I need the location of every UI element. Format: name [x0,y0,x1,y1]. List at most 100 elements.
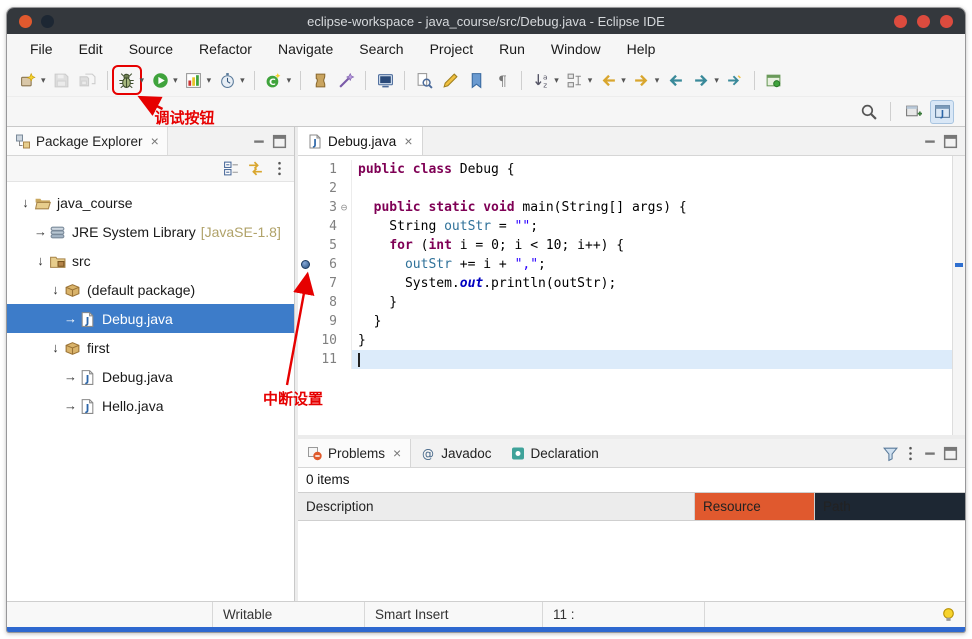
expanded-expander-icon[interactable]: ↓ [17,195,34,210]
menu-refactor[interactable]: Refactor [186,34,265,64]
fold-collapse-icon[interactable]: ⊖ [337,198,351,217]
code-text[interactable] [351,350,952,369]
collapsed-expander-icon[interactable]: → [32,224,49,239]
menu-edit[interactable]: Edit [66,34,116,64]
tree-item-debug-java[interactable]: →JDebug.java [7,362,294,391]
tree-item-debug-java[interactable]: →JDebug.java [7,304,294,333]
minimize-view-icon[interactable] [250,132,268,150]
java-perspective-icon[interactable]: J [930,100,954,124]
code-line-8[interactable]: 8 } [298,293,952,312]
back-gold-icon[interactable] [596,68,620,92]
expanded-expander-icon[interactable]: ↓ [47,282,64,297]
breakpoint-margin[interactable] [298,236,313,255]
insert-mode-status[interactable]: Smart Insert [365,602,543,627]
collapsed-expander-icon[interactable]: → [62,398,79,413]
coverage-dropdown-icon[interactable]: ▾ [207,75,212,86]
code-line-9[interactable]: 9 } [298,312,952,331]
maximize-problems-icon[interactable] [941,444,959,462]
pin-editor-icon[interactable] [762,68,786,92]
open-perspective-icon[interactable] [901,100,925,124]
forward-gold-icon[interactable] [630,68,654,92]
code-text[interactable]: System.out.println(outStr); [351,274,952,293]
editor-tab-debug-java[interactable]: J Debug.java × [298,127,423,155]
code-text[interactable]: public class Debug { [351,160,952,179]
menu-run[interactable]: Run [486,34,538,64]
javadoc-wand-icon[interactable] [334,68,358,92]
tab-problems[interactable]: Problems× [298,439,411,467]
overview-breakpoint-marker[interactable] [955,263,963,267]
window-control-orange[interactable] [19,15,32,28]
column-header-path[interactable]: Path [815,493,965,520]
code-text[interactable]: String outStr = ""; [351,217,952,236]
breakpoint-margin[interactable] [298,217,313,236]
tab-javadoc[interactable]: @Javadoc [411,439,500,467]
view-menu-icon[interactable] [270,160,288,178]
code-text[interactable] [351,179,952,198]
bookmarks-icon[interactable] [464,68,488,92]
tree-item-default-package[interactable]: ↓(default package) [7,275,294,304]
code-line-11[interactable]: 11 [298,350,952,369]
minimize-editor-icon[interactable] [921,132,939,150]
code-line-7[interactable]: 7 System.out.println(outStr); [298,274,952,293]
window-control-dark[interactable] [41,15,54,28]
save-icon[interactable] [50,68,74,92]
collapsed-expander-icon[interactable]: → [62,311,79,326]
new-class-dropdown-icon[interactable]: ▾ [287,75,292,86]
coverage-icon[interactable] [182,68,206,92]
code-line-2[interactable]: 2 [298,179,952,198]
collapsed-expander-icon[interactable]: → [62,369,79,384]
breakpoint-margin[interactable] [298,179,313,198]
breakpoint-margin[interactable] [298,312,313,331]
last-edit-icon[interactable] [723,68,747,92]
menu-search[interactable]: Search [346,34,416,64]
window-minimize-button[interactable] [894,15,907,28]
minimize-problems-icon[interactable] [921,444,939,462]
code-line-4[interactable]: 4 String outStr = ""; [298,217,952,236]
close-view-icon[interactable]: × [151,133,159,149]
expanded-expander-icon[interactable]: ↓ [32,253,49,268]
package-explorer-tab[interactable]: Package Explorer × [7,127,168,155]
menu-window[interactable]: Window [538,34,614,64]
run-icon[interactable] [148,68,172,92]
problems-view-menu-icon[interactable] [901,444,919,462]
breakpoint-margin[interactable] [298,331,313,350]
menu-help[interactable]: Help [614,34,669,64]
expand-all-icon[interactable] [563,68,587,92]
code-text[interactable]: } [351,331,952,350]
search-icon[interactable] [856,100,880,124]
code-text[interactable]: for (int i = 0; i < 10; i++) { [351,236,952,255]
jar-export-icon[interactable] [308,68,332,92]
breakpoint-dot[interactable] [301,260,310,269]
problems-table-body[interactable] [298,521,965,601]
code-text[interactable]: } [351,293,952,312]
breakpoint-margin[interactable] [298,274,313,293]
pencil-icon[interactable] [438,68,462,92]
maximize-view-icon[interactable] [270,132,288,150]
breakpoint-margin[interactable] [298,350,313,369]
code-line-1[interactable]: 1public class Debug { [298,160,952,179]
column-header-resource[interactable]: Resource [695,493,815,520]
sort-icon[interactable]: az [529,68,553,92]
forward-gold-dropdown-icon[interactable]: ▾ [655,75,660,86]
column-header-description[interactable]: Description [298,493,695,520]
breakpoint-margin[interactable] [298,255,313,274]
tree-item-jre-system-library[interactable]: →JRE System Library[JavaSE-1.8] [7,217,294,246]
code-line-3[interactable]: 3⊖ public static void main(String[] args… [298,198,952,217]
code-line-5[interactable]: 5 for (int i = 0; i < 10; i++) { [298,236,952,255]
open-search-icon[interactable] [412,68,436,92]
code-text[interactable]: outStr += i + ","; [351,255,952,274]
close-tab-icon[interactable]: × [393,445,401,461]
debug-icon[interactable] [115,68,139,92]
console-icon[interactable] [373,68,397,92]
cursor-position-status[interactable]: 11 : [543,602,705,627]
tab-declaration[interactable]: Declaration [501,439,608,467]
breakpoint-margin[interactable] [298,293,313,312]
back-teal-icon[interactable] [663,68,687,92]
expand-all-dropdown-icon[interactable]: ▾ [588,75,593,86]
sort-dropdown-icon[interactable]: ▾ [554,75,559,86]
forward-teal-icon[interactable] [689,68,713,92]
forward-teal-dropdown-icon[interactable]: ▾ [714,75,719,86]
code-text[interactable]: public static void main(String[] args) { [351,198,952,217]
menu-file[interactable]: File [17,34,66,64]
window-close-button[interactable] [940,15,953,28]
